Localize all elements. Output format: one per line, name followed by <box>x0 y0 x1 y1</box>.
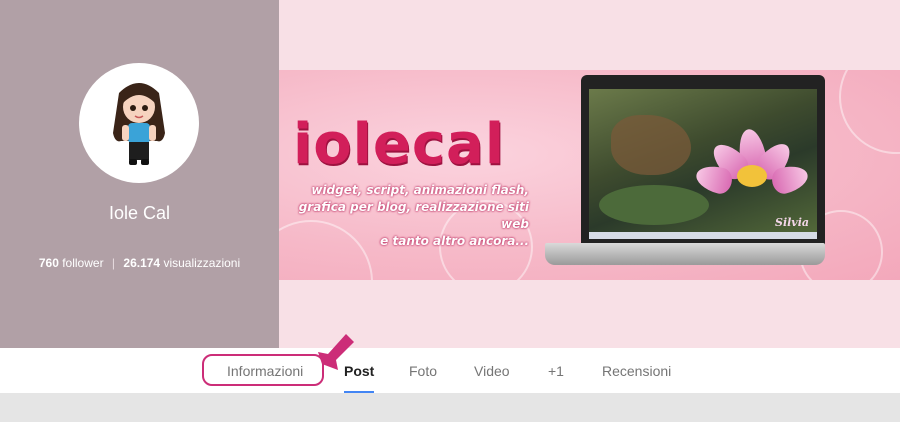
profile-stats: 760 follower | 26.174 visualizzazioni <box>0 256 279 270</box>
tab-plus-one[interactable]: +1 <box>548 348 564 393</box>
views-count: 26.174 <box>123 256 161 270</box>
tab-foto[interactable]: Foto <box>409 348 437 393</box>
tagline-line-2: grafica per blog, realizzazione siti web <box>298 200 529 231</box>
tab-label: Foto <box>409 363 438 379</box>
tab-label: Video <box>474 363 510 379</box>
active-tab-indicator <box>344 391 375 393</box>
profile-avatar[interactable] <box>79 63 199 183</box>
avatar-doll-illustration <box>113 83 165 165</box>
cover-area: iolecal widget, script, animazioni flash… <box>0 0 900 348</box>
views-label: visualizzazioni <box>163 256 241 270</box>
tab-label: Recensioni <box>602 363 672 379</box>
tab-label: +1 <box>548 363 564 379</box>
followers-label: follower <box>62 256 104 270</box>
banner-brand-text: iolecal <box>293 112 506 177</box>
stats-separator: | <box>111 256 116 270</box>
pointer-arrow-icon <box>318 334 354 370</box>
cover-banner: iolecal widget, script, animazioni flash… <box>279 70 900 280</box>
tab-recensioni[interactable]: Recensioni <box>602 348 671 393</box>
followers-count: 760 <box>38 256 59 270</box>
banner-tagline: widget, script, animazioni flash, grafic… <box>279 182 529 250</box>
profile-tabs-bar: Informazioni Post Foto Video +1 Recensio… <box>0 348 900 393</box>
profile-name[interactable]: Iole Cal <box>0 203 279 224</box>
screen-signature: Silvia <box>775 216 809 229</box>
laptop-screen-photo: Silvia <box>589 89 817 239</box>
laptop-base <box>545 243 825 265</box>
annotation-highlight-box <box>202 354 324 386</box>
tagline-line-1: widget, script, animazioni flash, <box>311 183 529 197</box>
tagline-line-3: e tanto altro ancora... <box>380 234 529 248</box>
laptop-illustration: Silvia <box>545 75 825 267</box>
tab-video[interactable]: Video <box>474 348 510 393</box>
